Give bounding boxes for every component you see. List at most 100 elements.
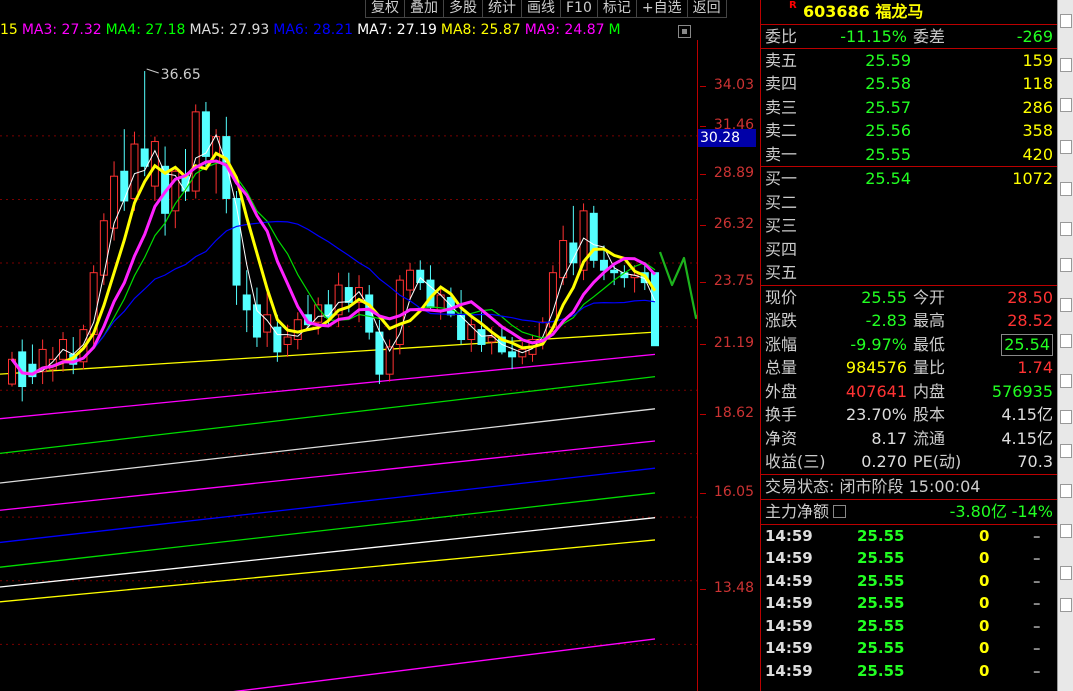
quote-value: 1.74: [1017, 358, 1053, 377]
candle-body: [130, 143, 139, 199]
quote-value: -9.97%: [850, 334, 907, 354]
toolbar-button[interactable]: 返回: [686, 0, 727, 18]
side-tool-icon[interactable]: [1060, 182, 1072, 196]
price-tick-label: 34.03: [699, 77, 754, 93]
side-tool-icon[interactable]: [1060, 374, 1072, 388]
asks-row[interactable]: 卖四 25.58 118: [761, 72, 1057, 96]
ma-legend-item: MA6: 28.21: [273, 22, 354, 38]
candle-body: [477, 329, 486, 345]
side-tool-icon[interactable]: [1060, 140, 1072, 154]
quote-value: 28.50: [1007, 287, 1053, 307]
asks-volume: 358: [1022, 121, 1053, 140]
toolbar-button[interactable]: +自选: [635, 0, 688, 18]
quote-row: 现价 25.55 今开 28.50: [765, 287, 1053, 307]
ma-line: [10, 151, 657, 376]
side-toolbar: [1057, 0, 1073, 691]
toolbar-button[interactable]: 复权: [365, 0, 405, 18]
price-tick-label: 28.89: [699, 165, 754, 181]
bids-row[interactable]: 买三: [761, 214, 1057, 238]
ma-line: [11, 162, 656, 375]
candle-body: [416, 269, 425, 284]
quote-value: 70.3: [1017, 452, 1053, 471]
bids-volume: 1072: [1012, 169, 1053, 188]
side-tool-icon[interactable]: [1060, 566, 1072, 580]
ma-line: [0, 408, 656, 484]
asks-volume: 159: [1022, 50, 1053, 70]
candle-body: [651, 272, 659, 347]
ma-line: [10, 159, 657, 376]
candle-body: [99, 220, 108, 276]
stock-header: R 603686 福龙马: [761, 0, 1057, 25]
asks-row[interactable]: 卖一 25.55 420: [761, 143, 1057, 167]
tick-row: 14:59 25.55 0–: [765, 639, 1041, 657]
bids-row[interactable]: 买四: [761, 238, 1057, 262]
quote-row: 涨跌 -2.83 最高 28.52: [765, 311, 1053, 330]
side-tool-icon[interactable]: [1060, 444, 1072, 458]
toolbar-button[interactable]: 统计: [482, 0, 522, 18]
toolbar-button[interactable]: 多股: [443, 0, 483, 18]
candle-body: [242, 294, 251, 311]
side-tool-icon[interactable]: [1060, 410, 1072, 424]
order-diff-value: -269: [1016, 27, 1053, 46]
side-tool-icon[interactable]: [1060, 334, 1072, 348]
asks-label: 卖五: [765, 50, 798, 70]
menu-icon[interactable]: [833, 504, 847, 518]
candle-body: [375, 331, 384, 375]
side-tool-icon[interactable]: [1060, 598, 1072, 612]
asks-volume: 286: [1022, 97, 1053, 117]
side-tool-icon[interactable]: [1060, 14, 1072, 28]
candle-body: [232, 197, 241, 286]
kline-chart[interactable]: 36.65: [0, 40, 697, 691]
ma-line: [0, 440, 656, 511]
asks-row[interactable]: 卖三 25.57 286: [761, 96, 1057, 120]
candle-body: [395, 279, 404, 345]
ma-line: [0, 467, 656, 544]
fund-flow-row[interactable]: 主力净额 -3.80亿 -14%: [761, 500, 1057, 525]
stock-code: 603686: [803, 2, 870, 21]
asks-row[interactable]: 卖二 25.56 358: [761, 119, 1057, 143]
quote-value: 25.54: [1001, 333, 1053, 356]
candle-body: [120, 170, 129, 202]
side-tool-icon[interactable]: [1060, 98, 1072, 112]
bids-row[interactable]: 买二: [761, 191, 1057, 215]
ma-legend-item: MA4: 27.18: [105, 22, 186, 38]
tick-row: 14:59 25.55 0–: [765, 616, 1041, 635]
toolbar-button[interactable]: 标记: [596, 0, 637, 18]
side-tool-icon[interactable]: [1060, 524, 1072, 538]
ma-line: [233, 638, 656, 691]
chart-toolbar: 复权 叠加 多股 统计 画线 F10 标记 +自选 返回: [365, 0, 727, 18]
toolbar-button[interactable]: 画线: [521, 0, 561, 18]
side-tool-icon[interactable]: [1060, 484, 1072, 498]
toolbar-button[interactable]: 叠加: [404, 0, 444, 18]
ask-book: 卖五 25.59 159 卖四 25.58 118 卖三 25.57 286 卖二 25.56 358…: [761, 49, 1057, 167]
side-tool-icon[interactable]: [1060, 222, 1072, 236]
tick-list[interactable]: 14:59 25.55 0– 14:59 25.55 0– 14:59 25.55 0– 14:5…: [761, 525, 1057, 683]
bids-label: 买一: [765, 169, 798, 188]
ma-line: [0, 539, 656, 603]
candle-body: [406, 269, 415, 291]
asks-price: 25.58: [865, 74, 911, 93]
asks-row[interactable]: 卖五 25.59 159: [761, 49, 1057, 73]
side-tool-icon[interactable]: [1060, 58, 1072, 72]
side-tool-icon[interactable]: [1060, 298, 1072, 312]
asks-price: 25.55: [865, 144, 911, 164]
bids-label: 买四: [765, 239, 798, 259]
bids-label: 买五: [765, 263, 798, 282]
asks-price: 25.57: [865, 97, 911, 117]
side-tool-icon[interactable]: [1060, 258, 1072, 272]
quote-row: 外盘 407641 内盘 576935: [765, 381, 1053, 401]
quote-row: 换手 23.70% 股本 4.15亿: [765, 405, 1053, 424]
toolbar-button[interactable]: F10: [560, 0, 598, 18]
legend-toggle-icon[interactable]: [678, 25, 691, 38]
bids-row[interactable]: 买五: [761, 261, 1057, 285]
quote-row: 涨幅 -9.97% 最低 25.54: [761, 333, 1057, 357]
price-tick-label: 13.48: [699, 580, 754, 596]
ma-legend-item: MA9: 24.87: [524, 22, 605, 38]
bids-row[interactable]: 买一 25.54 1072: [761, 167, 1057, 191]
cursor-price-label: 30.28: [698, 129, 756, 147]
price-tick-label: 26.32: [699, 216, 754, 232]
candle-body: [559, 240, 568, 279]
tick-row: 14:59 25.55 0–: [765, 549, 1041, 567]
price-tick-label: 16.05: [699, 484, 754, 500]
quote-value: 407641: [845, 381, 907, 401]
